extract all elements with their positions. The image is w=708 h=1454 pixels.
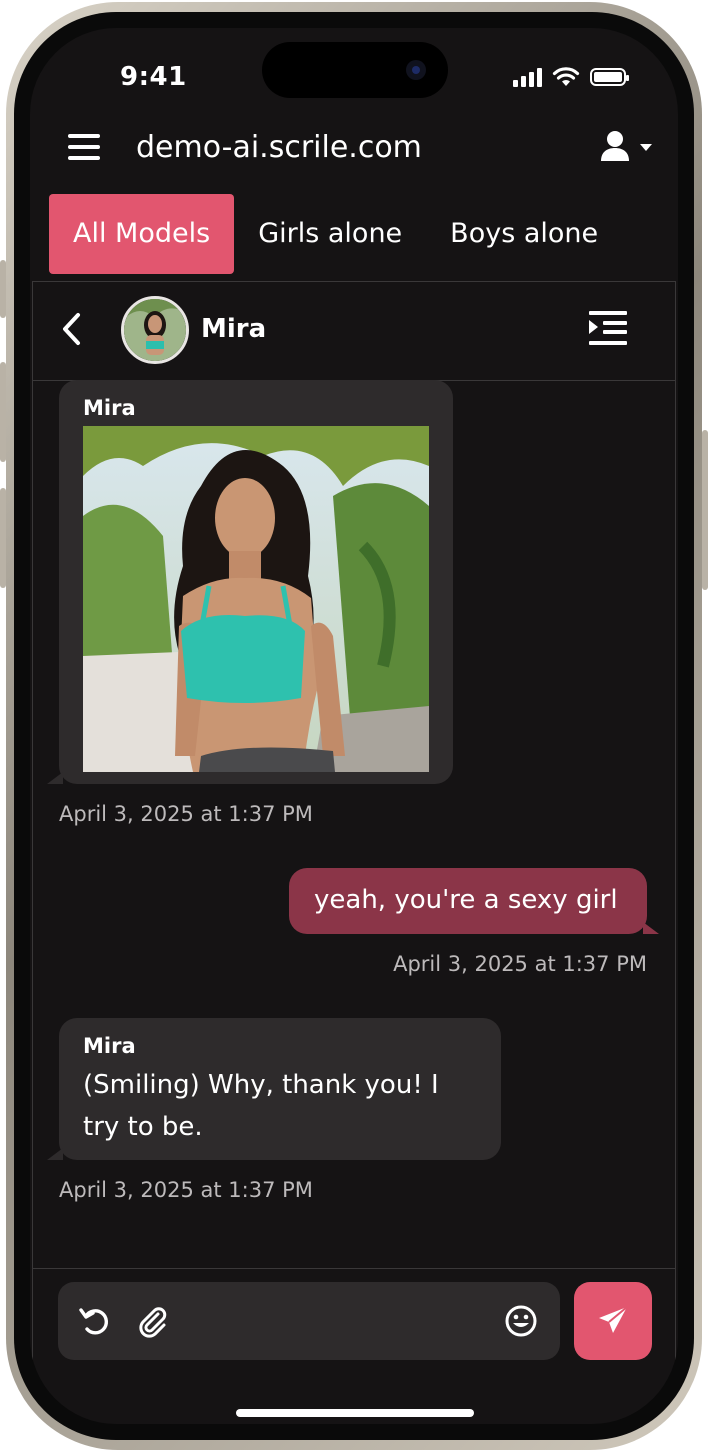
- message-composer: [32, 1268, 676, 1373]
- send-button[interactable]: [574, 1282, 652, 1360]
- message-text-line: (Smiling) Why, thank you! I: [83, 1070, 439, 1100]
- back-icon[interactable]: [59, 312, 85, 346]
- screen: 9:41 demo-ai.scrile.com All Models Girls…: [30, 28, 678, 1424]
- dynamic-island: [262, 42, 448, 98]
- undo-icon[interactable]: [78, 1304, 112, 1338]
- app-header: demo-ai.scrile.com: [30, 118, 678, 178]
- tab-girls-alone[interactable]: Girls alone: [234, 194, 426, 274]
- paperclip-icon[interactable]: [136, 1304, 170, 1338]
- message-bubble-incoming: Mira (Smiling) Why, thank you! I try to …: [47, 1018, 501, 1160]
- site-title: demo-ai.scrile.com: [136, 130, 422, 165]
- message-text-line: try to be.: [83, 1112, 203, 1142]
- power-button: [702, 430, 708, 590]
- camera-icon: [406, 60, 426, 80]
- message-input[interactable]: [58, 1282, 560, 1360]
- message-photo[interactable]: [83, 426, 429, 772]
- menu-icon[interactable]: [68, 134, 100, 160]
- send-icon: [599, 1306, 628, 1333]
- chevron-down-icon[interactable]: [640, 144, 652, 151]
- message-sender: Mira: [83, 396, 136, 420]
- tab-boys-alone[interactable]: Boys alone: [426, 194, 622, 274]
- status-time: 9:41: [120, 62, 187, 92]
- category-tabs: All Models Girls alone Boys alone: [49, 194, 622, 274]
- avatar[interactable]: [121, 296, 189, 364]
- cellular-signal-icon: [513, 67, 542, 87]
- status-icons: [513, 66, 629, 88]
- sidebar-toggle-icon[interactable]: [587, 308, 629, 350]
- message-bubble-outgoing: yeah, you're a sexy girl: [289, 868, 659, 934]
- message-timestamp: April 3, 2025 at 1:37 PM: [59, 1178, 313, 1202]
- message-bubble-incoming: Mira: [47, 380, 453, 784]
- chat-area: Mira Mira April 3, 2025 at 1:37 PM yeah,…: [32, 281, 676, 1424]
- emoji-icon[interactable]: [504, 1304, 538, 1338]
- message-text: yeah, you're a sexy girl: [314, 885, 618, 915]
- tab-all-models[interactable]: All Models: [49, 194, 235, 274]
- contact-name: Mira: [201, 314, 267, 344]
- message-timestamp: April 3, 2025 at 1:37 PM: [59, 802, 313, 826]
- wifi-icon: [552, 67, 580, 86]
- battery-icon: [590, 68, 629, 86]
- home-indicator[interactable]: [236, 1409, 474, 1417]
- chat-header: Mira: [33, 282, 675, 381]
- user-icon[interactable]: [600, 130, 630, 162]
- side-button: [0, 260, 6, 318]
- side-button: [0, 362, 6, 462]
- message-timestamp: April 3, 2025 at 1:37 PM: [393, 952, 647, 976]
- message-sender: Mira: [83, 1034, 136, 1058]
- side-button: [0, 488, 6, 588]
